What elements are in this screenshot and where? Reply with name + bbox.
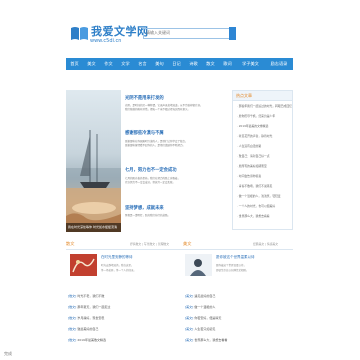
list-item[interactable]: [美文] 世界那么大，我想去看看: [185, 338, 227, 345]
sidebar-item[interactable]: · 青春不散场，我们不说再见: [237, 184, 272, 188]
site-logo[interactable]: 我爱文学网 www.c5di.cn: [70, 23, 148, 51]
hero-scene-image: [66, 90, 121, 232]
article-title[interactable]: 光阴不是用来打发的: [125, 95, 164, 101]
list-item[interactable]: [美文] 人生若只如初见: [185, 327, 215, 334]
article-title[interactable]: 七月，努力也不一定会成功: [125, 167, 177, 173]
list-item[interactable]: [散文] 2019年最美散文精选: [68, 338, 106, 345]
list-item-tag[interactable]: [美文]: [185, 294, 193, 298]
nav-item-lyrics[interactable]: 歌词: [219, 58, 236, 70]
feature-title[interactable]: 愿你被这个世界温柔以待: [216, 255, 255, 260]
list-item[interactable]: [散文] 时光不老，我们不散: [68, 294, 104, 301]
feature-art-image: [185, 254, 212, 276]
article-item[interactable]: 七月，努力也不一定会成功 七月的阳光格外炽热，我们在努力的路上奔跑着， 也许努力…: [125, 167, 229, 197]
hot-articles-sidebar: 热点文章 · 那些年我们一起追过的时光，转眼已成回忆 · 愿你历尽千帆，归来仍是…: [232, 90, 293, 230]
list-item-tag[interactable]: [散文]: [68, 338, 76, 342]
section-tabs[interactable]: 经典美文 | 情感美文: [253, 242, 278, 246]
nav-item-sanwen[interactable]: 散文: [202, 58, 219, 70]
section-header-meiwen: 美文 经典美文 | 情感美文: [183, 241, 293, 250]
list-item-title[interactable]: 2019年最美散文精选: [77, 338, 106, 342]
search-input[interactable]: 请输入关键词: [143, 28, 235, 39]
search-button[interactable]: [229, 27, 236, 40]
sidebar-item[interactable]: · 时间会告诉你答案: [237, 174, 261, 178]
nav-item-inspiration[interactable]: 励志语录: [265, 58, 293, 70]
article-summary: 感谢那些曾经看不起你的人，是他们激励你不断努力。: [125, 144, 186, 147]
feature-desc: 等一场花开，等一个人的归来。: [101, 269, 137, 272]
sidebar-item[interactable]: · 致自己：请对自己好一点: [237, 154, 270, 158]
sidebar-item[interactable]: · 世界那么大，我想去看看: [237, 214, 270, 218]
feature-image[interactable]: [185, 254, 212, 276]
feature-desc: 愿你被这个世界温柔以待，: [216, 264, 247, 267]
sidebar-item[interactable]: · 一个人的时光，也可以很美好: [237, 204, 275, 208]
list-item[interactable]: [美文] 做一个温暖的人: [185, 305, 215, 312]
nav-item-sentences[interactable]: 美句: [151, 58, 168, 70]
sidebar-item[interactable]: · 人生没有白走的路: [237, 144, 261, 148]
list-item-tag[interactable]: [美文]: [185, 327, 193, 331]
feature-title[interactable]: 在时光里安静的等待: [101, 255, 133, 260]
hero-caption: 我在时光深处等你 时光如水缓缓流淌: [66, 223, 121, 232]
sidebar-item[interactable]: · 愿所有的美好如期而至: [237, 164, 267, 168]
main-nav: 首页 美文 作文 文学 名言 美句 日记 诗歌 散文 歌词 学子美文 励志语录: [66, 58, 293, 70]
section-tabs[interactable]: 抒情散文 | 写景散文 | 哲理散文: [130, 242, 169, 246]
status-bar-text: 完成: [4, 351, 12, 356]
list-item[interactable]: [散文] 致最美好的自己: [68, 327, 98, 334]
list-item-title[interactable]: 你若安好，便是晴天: [194, 316, 221, 320]
list-item-tag[interactable]: [散文]: [68, 305, 76, 309]
logo-title: 我爱文学网: [91, 25, 149, 38]
search-placeholder: 请输入关键词: [146, 30, 170, 35]
list-item[interactable]: [美文] 遇见最好的自己: [185, 294, 215, 301]
list-item-title[interactable]: 遇见最好的自己: [194, 294, 215, 298]
article-item[interactable]: 感谢那些冷漠与不屑 感谢那些在你困难时冷漠的人，是他们让你学会了独立， 感谢那些…: [125, 130, 229, 160]
list-item-tag[interactable]: [美文]: [185, 305, 193, 309]
nav-item-prose[interactable]: 美文: [83, 58, 100, 70]
list-item-title[interactable]: 岁月静好，现世安稳: [77, 316, 104, 320]
article-item[interactable]: 光阴不是用来打发的 光阴，是时间的另一种称谓，它无声无息地流逝，从不为谁停留片刻…: [125, 95, 229, 125]
sidebar-header: 热点文章: [233, 91, 292, 101]
nav-item-quotes[interactable]: 名言: [134, 58, 151, 70]
sidebar-title: 热点文章: [236, 93, 252, 98]
hero-image[interactable]: 我在时光深处等你 时光如水缓缓流淌: [66, 90, 121, 232]
list-item-title[interactable]: 人生若只如初见: [194, 327, 215, 331]
article-title[interactable]: 坚持梦想，成就未来: [125, 205, 164, 211]
section-title[interactable]: 散文: [66, 241, 74, 247]
article-item[interactable]: 坚持梦想，成就未来 梦想是一盏明灯，照亮我们前行的道路。: [125, 205, 229, 230]
list-item-tag[interactable]: [散文]: [68, 327, 76, 331]
list-item-tag[interactable]: [美文]: [185, 338, 193, 342]
logo-domain: www.c5di.cn: [90, 38, 122, 44]
nav-item-diary[interactable]: 日记: [168, 58, 185, 70]
sidebar-item[interactable]: · 愿你历尽千帆，归来仍是少年: [237, 114, 275, 118]
list-item-title[interactable]: 做一个温暖的人: [194, 305, 215, 309]
feature-desc: 即使生命总以刻薄荒芜相欺。: [216, 269, 249, 272]
nav-item-poetry[interactable]: 诗歌: [185, 58, 202, 70]
list-item[interactable]: [散文] 岁月静好，现世安稳: [68, 316, 104, 323]
nav-item-home[interactable]: 首页: [66, 58, 83, 70]
article-summary: 也许努力不一定会成功，但放弃一定会失败。: [125, 181, 176, 184]
list-item[interactable]: [散文] 那年夏天，我们一起走过: [68, 305, 110, 312]
sidebar-item[interactable]: · 听见花开的声音，静待时光: [237, 134, 272, 138]
article-title[interactable]: 感谢那些冷漠与不屑: [125, 130, 164, 136]
feature-desc: 时光安静地流淌，我在这里，: [101, 264, 134, 267]
nav-item-literature[interactable]: 文学: [117, 58, 134, 70]
list-item[interactable]: [美文] 你若安好，便是晴天: [185, 316, 221, 323]
article-summary: 梦想是一盏明灯，照亮我们前行的道路。: [125, 214, 171, 217]
list-item-tag[interactable]: [散文]: [68, 316, 76, 320]
feature-art-image: [70, 254, 97, 276]
list-item-title[interactable]: 世界那么大，我想去看看: [194, 338, 227, 342]
list-item-title[interactable]: 致最美好的自己: [77, 327, 98, 331]
nav-item-essay[interactable]: 作文: [100, 58, 117, 70]
list-item-tag[interactable]: [美文]: [185, 316, 193, 320]
sidebar-item[interactable]: · 那些年我们一起追过的时光，转眼已成回忆: [237, 104, 292, 108]
list-item-title[interactable]: 那年夏天，我们一起走过: [77, 305, 110, 309]
section-title[interactable]: 美文: [183, 241, 191, 247]
list-item-title[interactable]: 时光不老，我们不散: [77, 294, 104, 298]
feature-image[interactable]: [70, 254, 97, 276]
sidebar-item[interactable]: · 2019年最美的文章精选: [237, 124, 268, 128]
article-summary: 我们能做的唯有珍惜，把每一个当下都过得充实而有意义。: [125, 108, 191, 111]
nav-item-student[interactable]: 学子美文: [236, 58, 265, 70]
book-logo-icon: [71, 27, 88, 40]
sidebar-item[interactable]: · 做一个温暖的人，浅浅笑，轻轻爱: [237, 194, 281, 198]
list-item-tag[interactable]: [散文]: [68, 294, 76, 298]
